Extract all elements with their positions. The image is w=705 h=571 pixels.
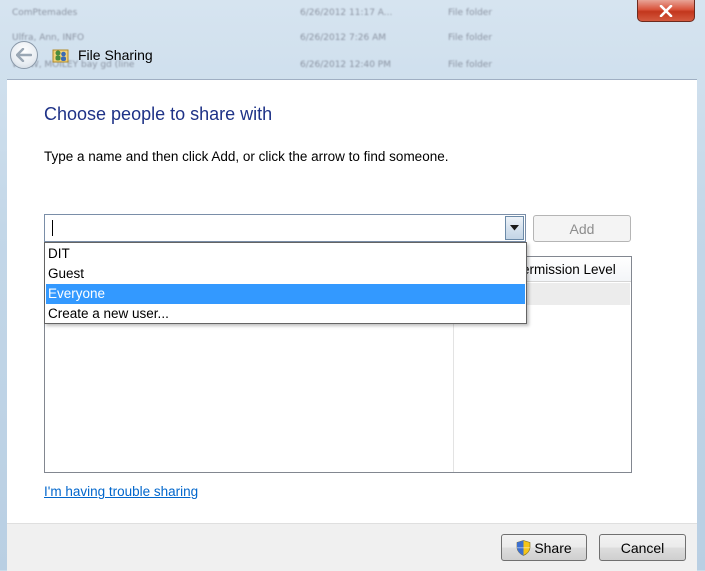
close-button[interactable] — [637, 0, 695, 22]
background-row: ComPtemades 6/26/2012 11:17 A... File fo… — [0, 4, 705, 24]
share-button[interactable]: Share — [501, 534, 587, 561]
window-title: File Sharing — [78, 47, 153, 63]
page-heading: Choose people to share with — [44, 104, 273, 124]
dialog-footer — [7, 523, 697, 571]
background-row-type: File folder — [448, 8, 493, 18]
background-row-date: 6/26/2012 7:26 AM — [300, 33, 387, 43]
background-explorer-rows: ComPtemades 6/26/2012 11:17 A... File fo… — [0, 0, 705, 80]
uac-shield-icon — [517, 539, 531, 556]
close-icon — [659, 4, 673, 17]
back-arrow-icon — [16, 48, 32, 62]
add-button[interactable]: Add — [533, 215, 631, 242]
cancel-button-label: Cancel — [620, 539, 665, 556]
user-dropdown-list[interactable]: DIT Guest Everyone Create a new user... — [44, 242, 527, 324]
background-row-name: ComPtemades — [12, 8, 78, 18]
back-button[interactable] — [10, 41, 38, 69]
background-row-type: File folder — [448, 33, 493, 43]
cancel-button[interactable]: Cancel — [599, 534, 686, 561]
dropdown-arrow-button[interactable] — [505, 216, 524, 240]
text-caret — [52, 220, 53, 236]
background-row-date: 6/26/2012 12:40 PM — [300, 60, 391, 70]
file-sharing-icon — [52, 49, 69, 63]
dropdown-item-create-user[interactable]: Create a new user... — [46, 304, 525, 324]
share-button-label: Share — [534, 539, 572, 556]
background-row: Ulfra, Ann, INFO 6/26/2012 7:26 AM File … — [0, 29, 705, 49]
name-combobox[interactable] — [44, 214, 526, 242]
background-row-type: File folder — [448, 60, 493, 70]
dropdown-item-guest[interactable]: Guest — [46, 264, 525, 284]
name-input[interactable] — [49, 219, 499, 237]
background-row-date: 6/26/2012 11:17 A... — [300, 8, 393, 18]
dropdown-item-everyone[interactable]: Everyone — [46, 284, 525, 304]
dropdown-item-dit[interactable]: DIT — [46, 244, 525, 264]
instruction-text: Type a name and then click Add, or click… — [44, 149, 449, 164]
permission-level-header-label: Permission Level — [513, 262, 616, 277]
chevron-down-icon — [510, 225, 519, 231]
trouble-sharing-link[interactable]: I'm having trouble sharing — [44, 484, 198, 499]
